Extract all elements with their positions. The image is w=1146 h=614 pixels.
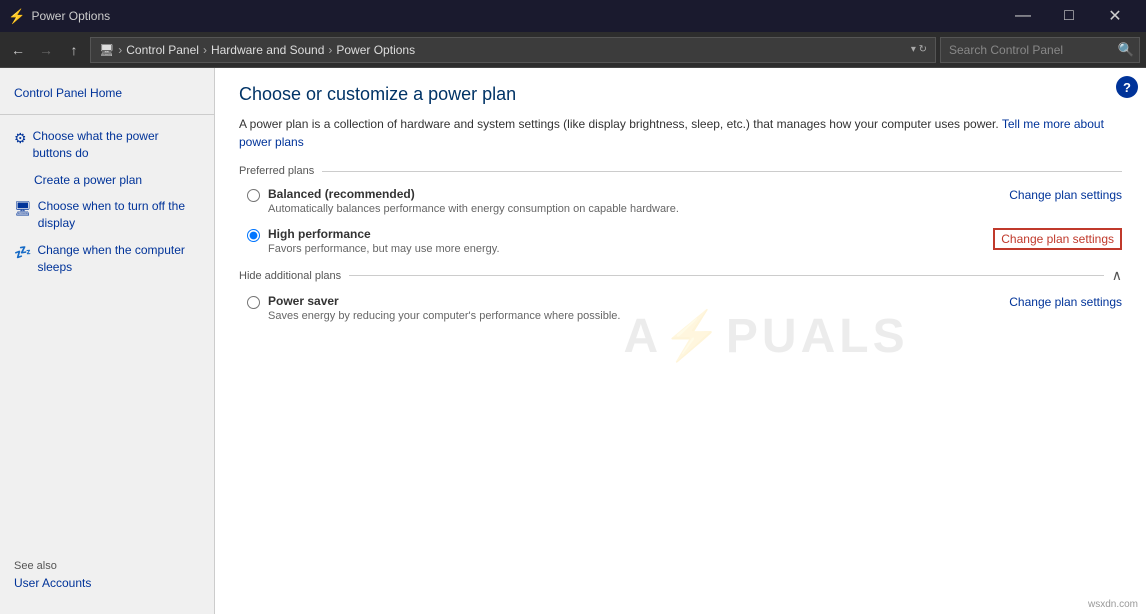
sidebar-bottom: See also User Accounts [0,548,214,602]
close-button[interactable]: ✕ [1092,0,1138,32]
maximize-button[interactable]: □ [1046,0,1092,32]
hide-additional-divider [349,275,1104,276]
plan-power-saver-name: Power saver [268,294,993,308]
plan-balanced-desc: Automatically balances performance with … [268,203,993,215]
hide-additional-chevron[interactable]: ∧ [1112,267,1122,284]
plan-balanced-radio[interactable] [247,189,260,202]
sidebar-item-turn-off-display[interactable]: 🖥 Choose when to turn off the display [0,193,214,237]
plan-item-power-saver: Power saver Saves energy by reducing you… [239,294,1122,322]
sidebar-item-power-buttons-label: Choose what the power buttons do [33,128,200,162]
up-button[interactable]: ↑ [62,38,86,62]
sidebar-item-computer-sleeps-label: Change when the computer sleeps [37,242,200,276]
back-button[interactable]: ← [6,38,30,62]
path-control-panel[interactable]: Control Panel [126,43,199,57]
plan-item-high-performance: High performance Favors performance, but… [239,227,1122,255]
title-bar: ⚡ Power Options — □ ✕ [0,0,1146,32]
path-dropdown-icon[interactable]: ▾ ↻ [911,44,927,55]
page-title: Choose or customize a power plan [239,84,1122,105]
search-input[interactable] [941,43,1113,57]
address-bar: ← → ↑ 🖥 › Control Panel › Hardware and S… [0,32,1146,68]
computer-sleeps-icon: 💤 [14,243,31,263]
sidebar-divider-1 [0,114,214,115]
sidebar-item-create-plan[interactable]: Create a power plan [0,167,214,194]
path-icon: 🖥 [99,43,114,57]
plan-power-saver-desc: Saves energy by reducing your computer's… [268,310,993,322]
hide-additional-header: Hide additional plans ∧ [239,267,1122,284]
sidebar-item-computer-sleeps[interactable]: 💤 Change when the computer sleeps [0,237,214,281]
sidebar-home-link[interactable]: Control Panel Home [0,80,214,106]
content-area: A⚡PUALS ? Choose or customize a power pl… [215,68,1146,614]
plan-balanced-info: Balanced (recommended) Automatically bal… [268,187,993,215]
window-controls: — □ ✕ [1000,0,1138,32]
plan-high-perf-radio[interactable] [247,229,260,242]
intro-text-content: A power plan is a collection of hardware… [239,117,999,131]
minimize-button[interactable]: — [1000,0,1046,32]
preferred-plans-header: Preferred plans [239,165,1122,177]
plan-power-saver-info: Power saver Saves energy by reducing you… [268,294,993,322]
plan-power-saver-left: Power saver Saves energy by reducing you… [247,294,993,322]
user-accounts-link[interactable]: User Accounts [14,576,200,590]
path-power-options[interactable]: Power Options [336,43,415,57]
turn-off-display-icon: 🖥 [14,199,32,219]
address-path: 🖥 › Control Panel › Hardware and Sound ›… [90,37,936,63]
change-plan-power-saver-link[interactable]: Change plan settings [1009,295,1122,309]
hide-additional-label: Hide additional plans [239,270,341,282]
forward-button: → [34,38,58,62]
change-plan-high-perf-link[interactable]: Change plan settings [993,228,1122,250]
preferred-plans-divider [322,171,1122,172]
window-title: Power Options [31,9,1000,23]
app-icon: ⚡ [8,8,25,25]
path-hardware-sound[interactable]: Hardware and Sound [211,43,324,57]
sidebar: Control Panel Home ⚙ Choose what the pow… [0,68,215,614]
preferred-plans-label: Preferred plans [239,165,314,177]
search-button[interactable]: 🔍 [1113,38,1139,62]
main-container: Control Panel Home ⚙ Choose what the pow… [0,68,1146,614]
plan-balanced-left: Balanced (recommended) Automatically bal… [247,187,993,215]
see-also-title: See also [14,560,200,572]
plan-high-perf-left: High performance Favors performance, but… [247,227,977,255]
plan-item-balanced: Balanced (recommended) Automatically bal… [239,187,1122,215]
sidebar-item-create-plan-label: Create a power plan [34,172,142,189]
plan-high-perf-name: High performance [268,227,977,241]
sidebar-item-turn-off-display-label: Choose when to turn off the display [38,198,200,232]
change-plan-balanced-link[interactable]: Change plan settings [1009,188,1122,202]
help-button[interactable]: ? [1116,76,1138,98]
plan-balanced-name: Balanced (recommended) [268,187,993,201]
intro-text: A power plan is a collection of hardware… [239,115,1122,151]
search-box: 🔍 [940,37,1140,63]
plan-high-perf-desc: Favors performance, but may use more ene… [268,243,977,255]
plan-high-perf-info: High performance Favors performance, but… [268,227,977,255]
sidebar-item-power-buttons[interactable]: ⚙ Choose what the power buttons do [0,123,214,167]
power-buttons-icon: ⚙ [14,129,27,149]
plan-power-saver-radio[interactable] [247,296,260,309]
